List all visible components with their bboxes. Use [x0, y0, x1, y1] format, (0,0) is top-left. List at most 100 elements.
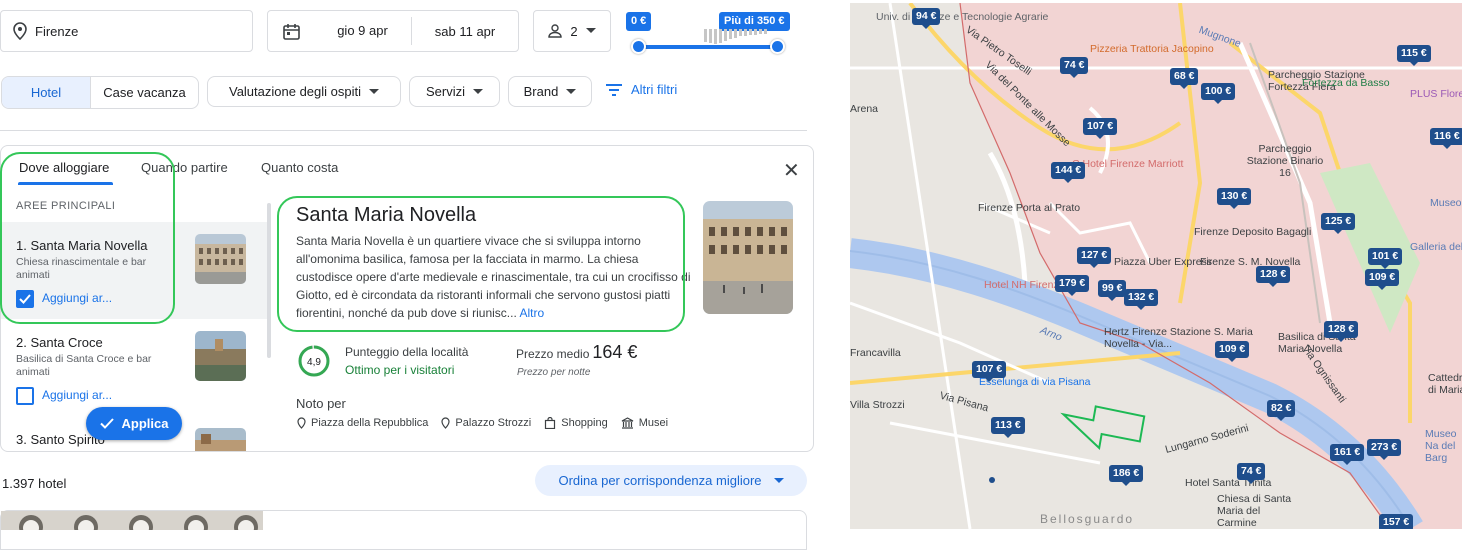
close-icon[interactable]: ✕: [783, 158, 800, 183]
price-marker[interactable]: 132 €: [1124, 289, 1159, 310]
price-marker[interactable]: 101 €: [1368, 248, 1403, 269]
map-label: C Hotel Firenze Marriott: [1072, 158, 1184, 170]
map-label: Pizzeria Trattoria Jacopino: [1090, 43, 1214, 55]
location-pin-icon: [13, 22, 27, 40]
price-marker[interactable]: 99 €: [1098, 280, 1127, 301]
map-label: Hotel NH Firenze: [984, 279, 1065, 291]
price-marker[interactable]: 107 €: [972, 361, 1007, 382]
hotel-photo: [1, 511, 263, 530]
checkout-date[interactable]: sab 11 apr: [412, 24, 518, 39]
map-label: Galleria del: [1410, 241, 1462, 253]
checkin-date[interactable]: gio 9 apr: [314, 17, 412, 45]
price-min-label: 0 €: [626, 12, 652, 31]
area-description: Basilica di Santa Croce e bar animati: [16, 353, 152, 378]
more-filters-label: Altri filtri: [631, 82, 678, 97]
amenities-label: Servizi: [425, 84, 465, 99]
price-marker[interactable]: 68 €: [1170, 68, 1199, 89]
slider-track[interactable]: [638, 45, 778, 49]
location-input[interactable]: Firenze: [0, 10, 253, 52]
property-type-toggle[interactable]: Hotel Case vacanza: [1, 76, 199, 109]
map-label: Francavilla: [850, 347, 901, 359]
price-marker[interactable]: 109 €: [1365, 269, 1400, 290]
map[interactable]: Univ. di Scienze e Tecnologie Agrarie Vi…: [850, 3, 1462, 529]
slider-min-handle[interactable]: [631, 39, 646, 54]
map-label: PLUS Flore: [1410, 88, 1462, 100]
map-label: Villa Strozzi: [850, 399, 905, 411]
map-label: Cattedra di Maria: [1428, 372, 1462, 396]
price-marker[interactable]: 157 €: [1379, 514, 1414, 529]
price-marker[interactable]: 125 €: [1321, 213, 1356, 234]
guest-rating-filter[interactable]: Valutazione degli ospiti: [207, 76, 401, 107]
sort-button[interactable]: Ordina per corrispondenza migliore: [535, 465, 807, 496]
map-label: Firenze Porta al Prato: [978, 202, 1081, 214]
price-marker[interactable]: 116 €: [1430, 128, 1462, 149]
chevron-down-icon: [566, 88, 577, 94]
price-marker[interactable]: 100 €: [1201, 83, 1236, 104]
price-marker[interactable]: 179 €: [1055, 275, 1090, 296]
price-marker[interactable]: 273 €: [1367, 439, 1402, 460]
detail-photo[interactable]: [703, 201, 793, 314]
known-for-label: Musei: [638, 417, 669, 429]
brand-filter[interactable]: Brand: [508, 76, 592, 107]
calendar-icon: [282, 23, 300, 40]
price-marker[interactable]: 127 €: [1077, 247, 1112, 268]
add-area-link[interactable]: Aggiungi ar...: [42, 388, 112, 402]
sort-label: Ordina per corrispondenza migliore: [558, 473, 762, 488]
case-vacanza-toggle[interactable]: Case vacanza: [91, 77, 198, 108]
map-label: Arena: [850, 103, 879, 115]
known-for-label: Piazza della Repubblica: [311, 417, 429, 429]
slider-max-handle[interactable]: [770, 39, 785, 54]
map-label: Museo Na del Barg: [1425, 428, 1457, 464]
map-label: Chiesa di Santa Maria del Carmine: [1217, 493, 1292, 529]
price-marker[interactable]: 113 €: [991, 417, 1025, 438]
highlight-area-selection: [0, 152, 175, 324]
price-marker[interactable]: 109 €: [1215, 341, 1250, 362]
price-value: 164 €: [592, 342, 638, 362]
price-marker[interactable]: 107 €: [1083, 118, 1118, 139]
price-slider[interactable]: 0 € Più di 350 €: [626, 10, 791, 55]
hotel-toggle[interactable]: Hotel: [2, 77, 91, 108]
shopping-bag-icon: [545, 417, 556, 429]
map-label: Firenze Deposito Bagagli: [1194, 226, 1312, 238]
location-pin-icon: [441, 417, 451, 429]
price-marker[interactable]: 115 €: [1397, 45, 1431, 66]
price-marker[interactable]: 186 €: [1109, 465, 1144, 486]
price-marker[interactable]: 130 €: [1217, 188, 1252, 209]
known-for-title: Noto per: [296, 396, 346, 411]
guests-value: 2: [570, 23, 578, 39]
apply-button[interactable]: Applica: [86, 407, 182, 440]
price-marker[interactable]: 74 €: [1237, 463, 1266, 484]
map-label: Piazza Uber Express: [1114, 256, 1213, 268]
highlight-area-detail: [277, 196, 685, 332]
price-marker[interactable]: 128 €: [1324, 321, 1359, 342]
price-marker[interactable]: 161 €: [1330, 444, 1365, 465]
price-marker[interactable]: 94 €: [912, 8, 941, 29]
map-label: Fortezza da Basso: [1302, 77, 1390, 89]
check-icon: [99, 418, 114, 429]
known-for-item: Piazza della Repubblica: [297, 417, 428, 429]
map-label: Univ. di Scienze e Tecnologie Agrarie: [876, 11, 1049, 23]
average-price: Prezzo medio 164 €: [516, 342, 637, 363]
price-marker[interactable]: 128 €: [1256, 266, 1291, 287]
tab-quanto-costa[interactable]: Quanto costa: [261, 160, 338, 175]
price-marker[interactable]: 144 €: [1051, 162, 1086, 183]
area-item-santa-croce[interactable]: 2. Santa Croce Basilica di Santa Croce e…: [1, 319, 267, 416]
location-pin-icon: [297, 417, 306, 429]
chevron-down-icon: [773, 477, 784, 483]
score-value: 4,9: [307, 357, 321, 368]
area-checkbox[interactable]: [16, 387, 34, 405]
more-filters-button[interactable]: Altri filtri: [605, 82, 677, 97]
divider: [0, 130, 807, 131]
map-label: Hertz Firenze Stazione S. Maria Novella …: [1104, 326, 1253, 350]
price-marker[interactable]: 82 €: [1267, 400, 1296, 421]
guests-selector[interactable]: 2: [533, 10, 611, 52]
list-scrollbar[interactable]: [267, 203, 271, 358]
area-thumbnail: [195, 428, 246, 451]
known-for-list: Piazza della Repubblica Palazzo Strozzi …: [297, 417, 668, 429]
price-marker[interactable]: 74 €: [1060, 57, 1089, 78]
date-picker[interactable]: gio 9 apr sab 11 apr: [267, 10, 519, 52]
map-label: Bellosguardo: [1040, 512, 1135, 526]
amenities-filter[interactable]: Servizi: [409, 76, 500, 107]
area-name: 2. Santa Croce: [16, 335, 103, 350]
hotel-card[interactable]: [0, 510, 807, 550]
